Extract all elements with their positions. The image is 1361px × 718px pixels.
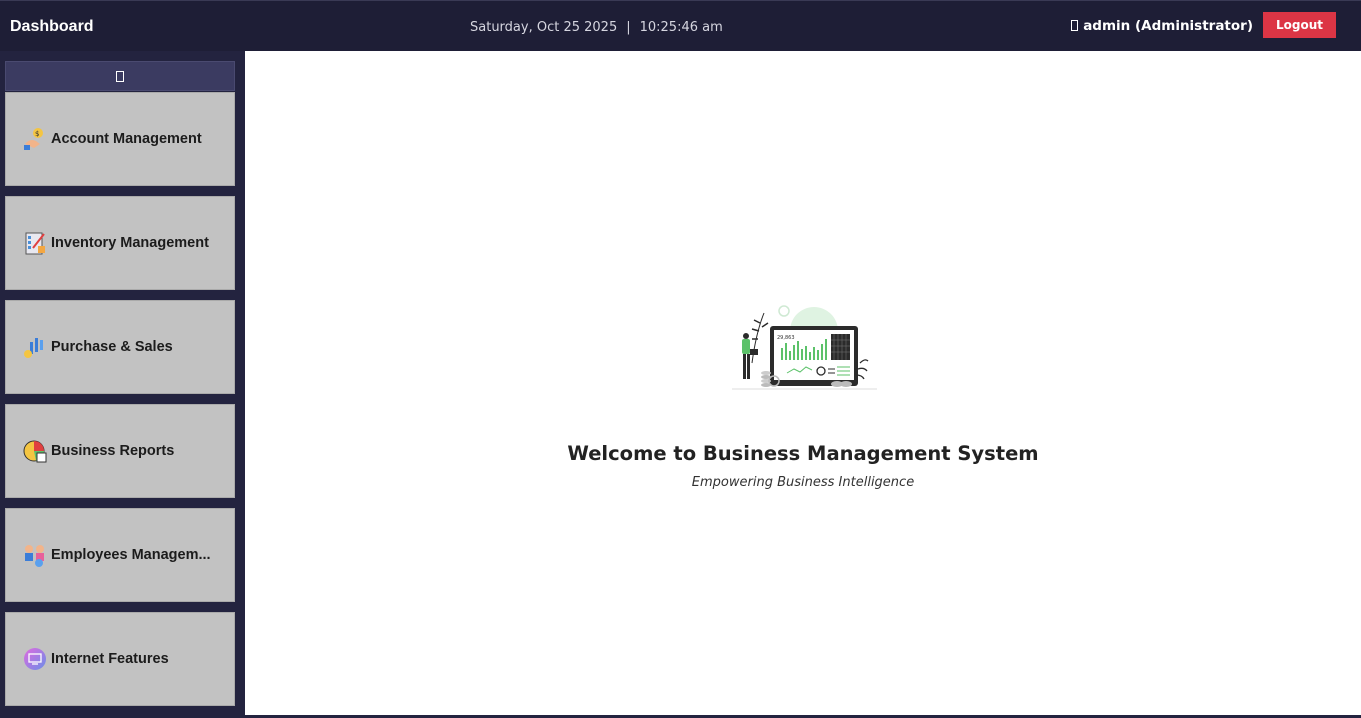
main-content: 29,863 Welcome to Business Management Sy…	[245, 51, 1361, 718]
internet-features-icon	[22, 646, 48, 672]
account-management-icon: $	[22, 126, 48, 152]
welcome-subtitle: Empowering Business Intelligence	[691, 475, 915, 490]
top-bar: Dashboard Saturday, Oct 25 2025 | 10:25:46…	[0, 0, 1361, 51]
date-text: Saturday, Oct 25 2025	[470, 20, 618, 35]
user-name: admin (Administrator)	[1083, 18, 1253, 34]
logout-button[interactable]: Logout	[1263, 12, 1336, 38]
purchase-sales-icon	[22, 334, 48, 360]
sidebar: $ Account Management Inventory Managemen…	[0, 51, 245, 718]
business-reports-icon	[22, 438, 48, 464]
user-info: admin (Administrator)	[1071, 18, 1253, 34]
app-title: Dashboard	[10, 18, 94, 35]
svg-text:$: $	[35, 130, 39, 138]
welcome-title: Welcome to Business Management System	[567, 442, 1039, 465]
sidebar-item-label: Purchase & Sales	[51, 339, 173, 355]
inventory-management-icon	[22, 230, 48, 256]
sidebar-item-label: Business Reports	[51, 443, 175, 459]
business-analytics-illustration: 29,863	[732, 303, 877, 397]
employees-management-icon	[22, 542, 48, 568]
sidebar-item-label: Employees Managem...	[51, 547, 211, 563]
sidebar-item-business-reports[interactable]: Business Reports	[5, 404, 235, 498]
sidebar-item-label: Inventory Management	[51, 235, 209, 251]
user-icon	[1071, 20, 1079, 31]
datetime-separator: |	[626, 20, 631, 35]
sidebar-item-inventory-management[interactable]: Inventory Management	[5, 196, 235, 290]
sidebar-item-internet-features[interactable]: Internet Features	[5, 612, 235, 706]
sidebar-item-account-management[interactable]: $ Account Management	[5, 92, 235, 186]
svg-text:29,863: 29,863	[777, 335, 795, 341]
sidebar-toggle-button[interactable]	[5, 61, 235, 91]
menu-toggle-icon	[116, 70, 124, 82]
time-text: 10:25:46 am	[639, 20, 723, 35]
sidebar-item-employees-management[interactable]: Employees Managem...	[5, 508, 235, 602]
sidebar-item-label: Internet Features	[51, 651, 169, 667]
datetime-display: Saturday, Oct 25 2025 | 10:25:46 am	[470, 20, 723, 35]
sidebar-item-label: Account Management	[51, 131, 202, 147]
sidebar-item-purchase-sales[interactable]: Purchase & Sales	[5, 300, 235, 394]
